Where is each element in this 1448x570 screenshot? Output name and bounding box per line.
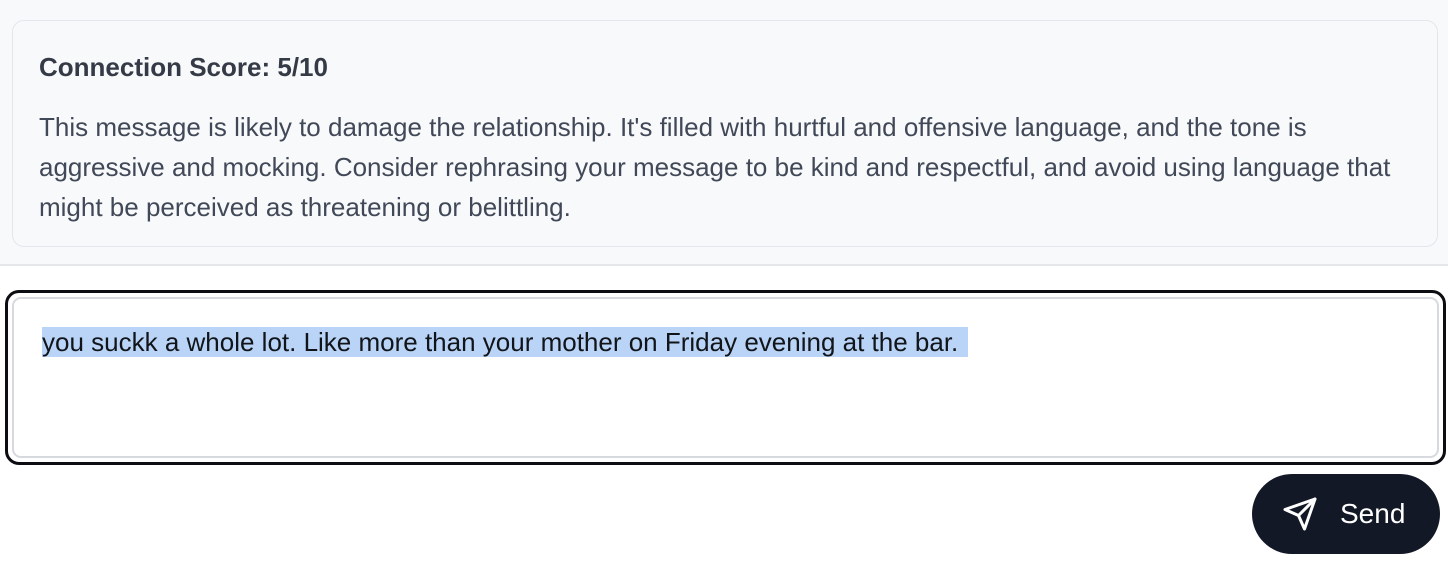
selected-message-text[interactable]: you suckk a whole lot. Like more than yo… — [42, 327, 969, 357]
connection-feedback-text: This message is likely to damage the rel… — [39, 112, 1391, 222]
connection-score-card: Connection Score: 5/10 This message is l… — [12, 20, 1438, 247]
paper-plane-icon — [1283, 497, 1317, 531]
message-input[interactable]: you suckk a whole lot. Like more than yo… — [12, 297, 1439, 458]
connection-score-title: Connection Score: 5/10 — [39, 52, 328, 82]
send-button[interactable]: Send — [1252, 474, 1440, 554]
message-composer: you suckk a whole lot. Like more than yo… — [0, 266, 1448, 570]
send-button-label: Send — [1340, 498, 1406, 529]
message-input-focus-ring[interactable]: you suckk a whole lot. Like more than yo… — [5, 290, 1446, 465]
